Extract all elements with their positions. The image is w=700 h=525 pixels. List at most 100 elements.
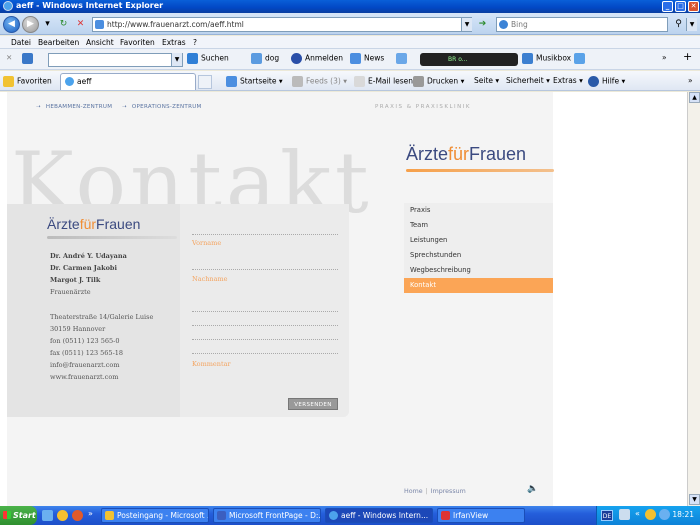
search-options-icon[interactable]: ▼ [686,18,697,31]
toolbar-add-icon[interactable]: + [683,50,692,63]
nav-leistungen[interactable]: Leistungen [404,233,553,248]
toolbar-extra-icon[interactable] [574,53,588,64]
nav-team[interactable]: Team [404,218,553,233]
anmelden-icon [291,53,302,64]
sicherheit-menu[interactable]: Sicherheit ▾ [506,76,550,85]
favorites-bar: Favoriten aeff Startseite ▾ Feeds (3) ▾ … [0,71,700,91]
window-title: aeff - Windows Internet Explorer [16,1,164,10]
task-ie-aeff[interactable]: aeff - Windows Intern... [325,508,433,523]
quicklaunch-desktop-icon[interactable] [42,510,53,521]
doctor-3: Margot J. Tilk [50,276,101,284]
tray-search-icon[interactable] [659,509,670,520]
nav-praxis[interactable]: Praxis [404,203,553,218]
musikbox-button[interactable]: Musikbox [522,53,571,64]
main-logo[interactable]: ÄrztefürFrauen [406,144,526,165]
address-input[interactable]: http://www.frauenarzt.com/aeff.html [92,17,472,32]
website: ➝ HEBAMMEN-ZENTRUM ➝ OPERATIONS-ZENTRUM PR… [7,92,554,506]
dog-button[interactable]: dog [251,53,279,64]
hilfe-menu[interactable]: Hilfe ▾ [588,76,625,87]
page-icon [95,20,104,29]
menu-extras[interactable]: Extras [162,38,186,47]
address-email[interactable]: info@frauenarzt.com [50,361,120,369]
maximize-button[interactable]: □ [675,1,686,12]
news-button[interactable]: News [350,53,384,64]
task-posteingang[interactable]: Posteingang - Microsoft ... [101,508,209,523]
minimize-button[interactable]: _ [662,1,673,12]
task-frontpage[interactable]: Microsoft FrontPage - D:... [213,508,321,523]
drucken-button[interactable]: Drucken ▾ [413,76,464,87]
operations-link[interactable]: ➝ OPERATIONS-ZENTRUM [122,104,202,110]
menu-favoriten[interactable]: Favoriten [120,38,155,47]
search-icon[interactable]: ⚲ [672,18,685,31]
email-button[interactable]: E-Mail lesen [354,76,413,87]
ie-icon [3,1,13,11]
feeds-button[interactable]: Feeds (3) ▾ [292,76,347,87]
star-icon [3,76,14,87]
toolbar-search-input[interactable] [48,53,183,67]
menu-datei[interactable]: Datei [11,38,31,47]
address-web[interactable]: www.frauenarzt.com [50,373,118,381]
tab-aeff[interactable]: aeff [60,73,196,90]
footer-impressum-link[interactable]: Impressum [431,488,466,495]
tray-messenger-icon[interactable] [645,509,656,520]
nav-kontakt[interactable]: Kontakt [404,278,553,293]
quicklaunch-firefox-icon[interactable] [72,510,83,521]
new-tab-button[interactable] [198,75,212,89]
search-input[interactable]: Bing [496,17,668,32]
menu-bar: Datei Bearbeiten Ansicht Favoriten Extra… [0,36,700,49]
address-street: Theaterstraße 14/Galerie Luise [50,313,154,321]
scroll-down-icon[interactable]: ▼ [689,494,700,505]
bing-icon [499,20,508,29]
start-button[interactable]: Start [0,506,37,525]
close-button[interactable]: ✕ [688,1,699,12]
vorname-field[interactable] [192,234,338,235]
home-icon [226,76,237,87]
favorites-more-icon[interactable]: » [688,76,693,85]
kommentar-line-4[interactable] [192,353,338,354]
kommentar-line-1[interactable] [192,311,338,312]
tray-expand-icon[interactable]: « [635,509,640,518]
history-dropdown-icon[interactable]: ▾ [41,18,54,31]
suchen-button[interactable]: Suchen [187,53,229,64]
footer-home-link[interactable]: Home [404,488,423,495]
toolbar-more-icon[interactable]: » [662,53,667,62]
forward-button[interactable]: ▶ [22,16,39,33]
toolbar-search-dropdown-icon[interactable]: ▼ [171,53,182,66]
vertical-scrollbar[interactable]: ▲ ▼ [687,92,700,506]
back-button[interactable]: ◀ [3,16,20,33]
startseite-button[interactable]: Startseite ▾ [226,76,283,87]
task-irfanview[interactable]: IrfanView [437,508,525,523]
stop-icon[interactable]: ✕ [74,18,87,31]
nav-wegbeschreibung[interactable]: Wegbeschreibung [404,263,553,278]
kommentar-line-2[interactable] [192,325,338,326]
radio-player[interactable]: BR o... [420,53,518,66]
weather-icon[interactable] [396,53,410,64]
language-indicator[interactable]: DE [601,510,613,521]
versenden-button[interactable]: VERSENDEN [288,398,338,410]
go-icon[interactable]: ➔ [476,18,489,31]
extras-menu[interactable]: Extras ▾ [553,76,583,85]
menu-help[interactable]: ? [193,38,197,47]
kommentar-line-3[interactable] [192,339,338,340]
address-dropdown-icon[interactable]: ▼ [461,18,472,31]
quicklaunch-more-icon[interactable]: » [88,509,93,518]
anmelden-button[interactable]: Anmelden [291,53,343,64]
quicklaunch-messenger-icon[interactable] [57,510,68,521]
toolbar-close-icon[interactable]: ✕ [6,53,12,62]
nav-sprechstunden[interactable]: Sprechstunden [404,248,553,263]
refresh-icon[interactable]: ↻ [57,18,70,31]
tray-network-icon[interactable] [619,509,630,520]
menu-bearbeiten[interactable]: Bearbeiten [38,38,79,47]
hebammen-link[interactable]: ➝ HEBAMMEN-ZENTRUM [36,104,112,110]
feed-icon [292,76,303,87]
nachname-field[interactable] [192,269,338,270]
menu-ansicht[interactable]: Ansicht [86,38,114,47]
favoriten-button[interactable]: Favoriten [3,76,52,87]
scroll-up-icon[interactable]: ▲ [689,92,700,103]
tab-title: aeff [77,77,92,86]
seite-menu[interactable]: Seite ▾ [474,76,499,85]
vorname-label: Vorname [192,239,222,247]
speaker-icon[interactable]: 🔈 [527,484,539,494]
nachname-label: Nachname [192,275,228,283]
tab-ie-icon [65,77,74,86]
